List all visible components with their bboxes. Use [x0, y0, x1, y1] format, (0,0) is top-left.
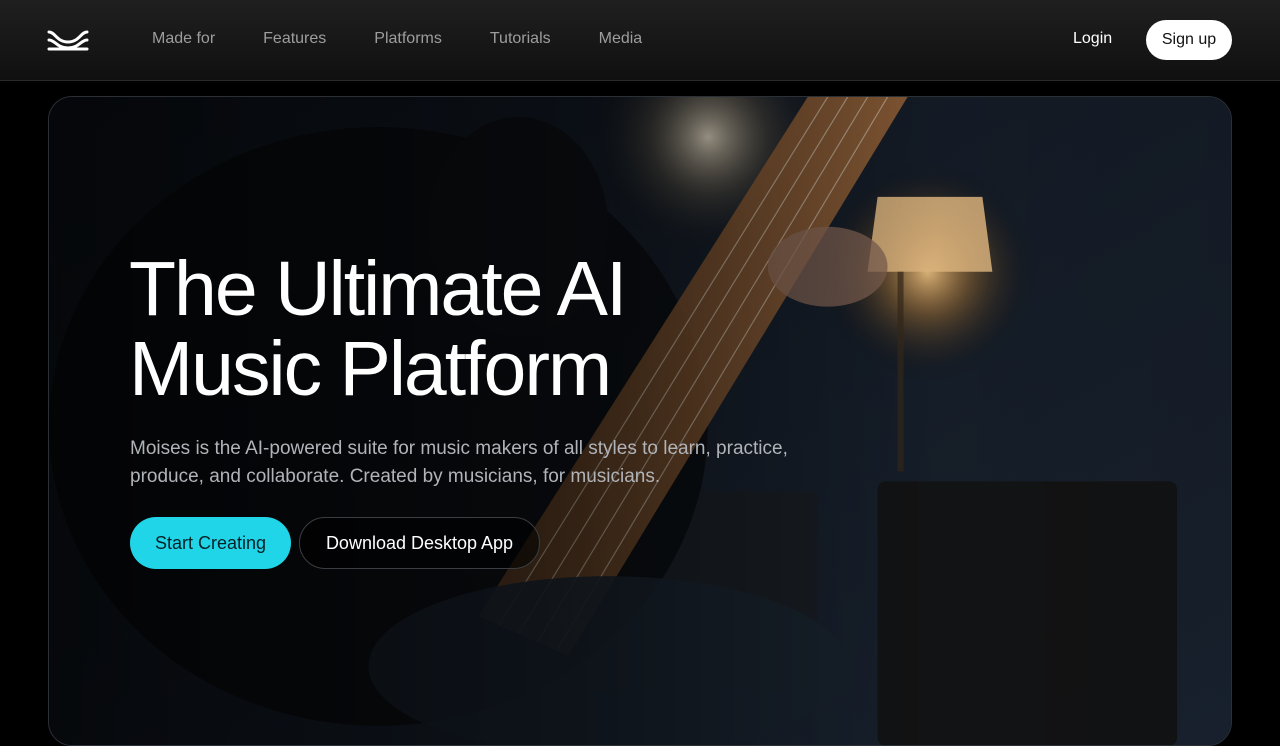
hero-title-line-1: The Ultimate AI	[129, 246, 627, 332]
nav-media[interactable]: Media	[599, 28, 643, 50]
hero-subtitle-line-2: produce, and collaborate. Created by mus…	[130, 466, 661, 487]
download-desktop-app-button[interactable]: Download Desktop App	[299, 517, 540, 569]
start-creating-button[interactable]: Start Creating	[130, 517, 291, 569]
moises-logo-icon[interactable]	[47, 28, 89, 52]
top-navbar: Made for Features Platforms Tutorials Me…	[0, 0, 1280, 81]
hero-subtitle: Moises is the AI-powered suite for music…	[130, 435, 850, 491]
hero-section: The Ultimate AI Music Platform Moises is…	[48, 96, 1232, 746]
main-nav: Made for Features Platforms Tutorials Me…	[152, 28, 690, 50]
nav-features[interactable]: Features	[263, 28, 326, 50]
login-link[interactable]: Login	[1073, 28, 1112, 50]
hero-title: The Ultimate AI Music Platform	[129, 249, 829, 409]
signup-button[interactable]: Sign up	[1146, 20, 1232, 60]
hero-subtitle-line-1: Moises is the AI-powered suite for music…	[130, 438, 788, 459]
hero-dark-overlay	[49, 97, 1231, 745]
nav-platforms[interactable]: Platforms	[374, 28, 442, 50]
hero-title-line-2: Music Platform	[129, 326, 612, 412]
nav-made-for[interactable]: Made for	[152, 28, 215, 50]
nav-tutorials[interactable]: Tutorials	[490, 28, 551, 50]
